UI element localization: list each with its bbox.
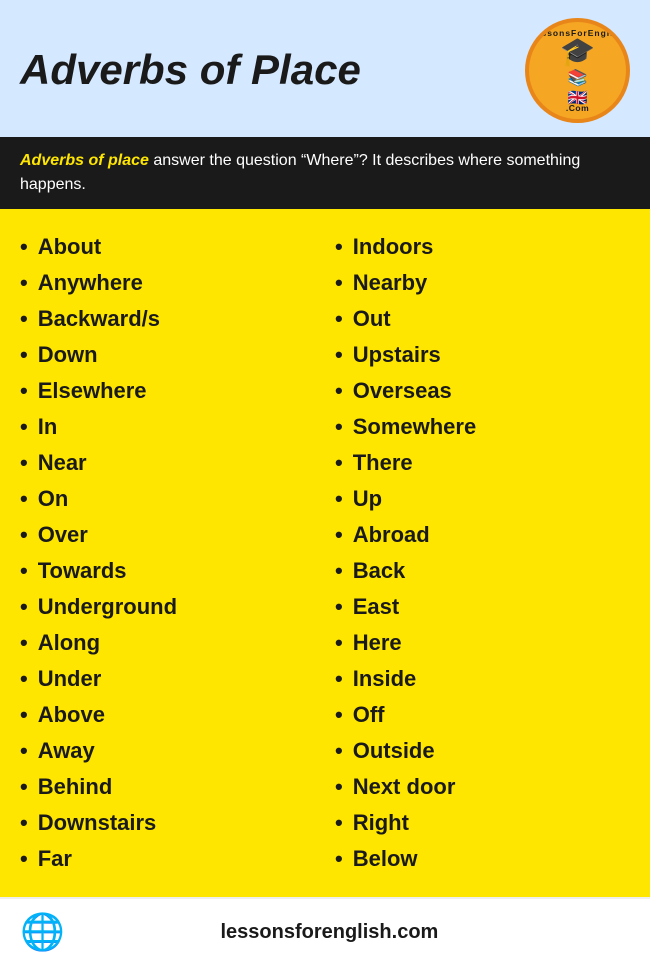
logo-inner: 🎓 📚 🇬🇧 bbox=[560, 35, 595, 108]
list-item: Right bbox=[335, 805, 630, 841]
left-word-list: AboutAnywhereBackward/sDownElsewhereInNe… bbox=[20, 229, 315, 877]
list-item: Below bbox=[335, 841, 630, 877]
content-area: AboutAnywhereBackward/sDownElsewhereInNe… bbox=[0, 209, 650, 897]
list-item: Off bbox=[335, 697, 630, 733]
list-item: Away bbox=[20, 733, 315, 769]
list-item: Along bbox=[20, 625, 315, 661]
list-item: Nearby bbox=[335, 265, 630, 301]
right-word-list: IndoorsNearbyOutUpstairsOverseasSomewher… bbox=[335, 229, 630, 877]
list-item: Out bbox=[335, 301, 630, 337]
list-item: Abroad bbox=[335, 517, 630, 553]
list-item: In bbox=[20, 409, 315, 445]
list-item: East bbox=[335, 589, 630, 625]
list-item: On bbox=[20, 481, 315, 517]
list-item: Next door bbox=[335, 769, 630, 805]
logo-arc-top: LessonsForEnglish bbox=[529, 28, 626, 38]
list-item: About bbox=[20, 229, 315, 265]
graduate-icon: 🎓 bbox=[560, 35, 595, 68]
logo: LessonsForEnglish 🎓 📚 🇬🇧 .Com bbox=[525, 18, 630, 123]
right-column: IndoorsNearbyOutUpstairsOverseasSomewher… bbox=[325, 229, 640, 877]
header: Adverbs of Place LessonsForEnglish 🎓 📚 🇬… bbox=[0, 0, 650, 137]
list-item: Somewhere bbox=[335, 409, 630, 445]
list-item: Elsewhere bbox=[20, 373, 315, 409]
list-item: Backward/s bbox=[20, 301, 315, 337]
list-item: Upstairs bbox=[335, 337, 630, 373]
list-item: There bbox=[335, 445, 630, 481]
list-item: Overseas bbox=[335, 373, 630, 409]
list-item: Inside bbox=[335, 661, 630, 697]
logo-arc-bottom: .Com bbox=[529, 103, 626, 113]
list-item: Back bbox=[335, 553, 630, 589]
list-item: Anywhere bbox=[20, 265, 315, 301]
globe-icon: 🌐 bbox=[20, 911, 65, 953]
list-item: Downstairs bbox=[20, 805, 315, 841]
list-item: Over bbox=[20, 517, 315, 553]
list-item: Indoors bbox=[335, 229, 630, 265]
list-item: Above bbox=[20, 697, 315, 733]
footer: 🌐 lessonsforenglish.com bbox=[0, 897, 650, 965]
list-item: Here bbox=[335, 625, 630, 661]
description-highlight: Adverbs of place bbox=[20, 152, 149, 169]
list-item: Near bbox=[20, 445, 315, 481]
list-item: Outside bbox=[335, 733, 630, 769]
footer-url: lessonsforenglish.com bbox=[220, 921, 438, 944]
list-item: Under bbox=[20, 661, 315, 697]
books-icon: 📚 bbox=[568, 68, 588, 88]
left-column: AboutAnywhereBackward/sDownElsewhereInNe… bbox=[10, 229, 325, 877]
list-item: Up bbox=[335, 481, 630, 517]
page-title: Adverbs of Place bbox=[20, 47, 361, 93]
description-bar: Adverbs of place answer the question “Wh… bbox=[0, 137, 650, 209]
list-item: Underground bbox=[20, 589, 315, 625]
list-item: Down bbox=[20, 337, 315, 373]
list-item: Towards bbox=[20, 553, 315, 589]
list-item: Behind bbox=[20, 769, 315, 805]
list-item: Far bbox=[20, 841, 315, 877]
